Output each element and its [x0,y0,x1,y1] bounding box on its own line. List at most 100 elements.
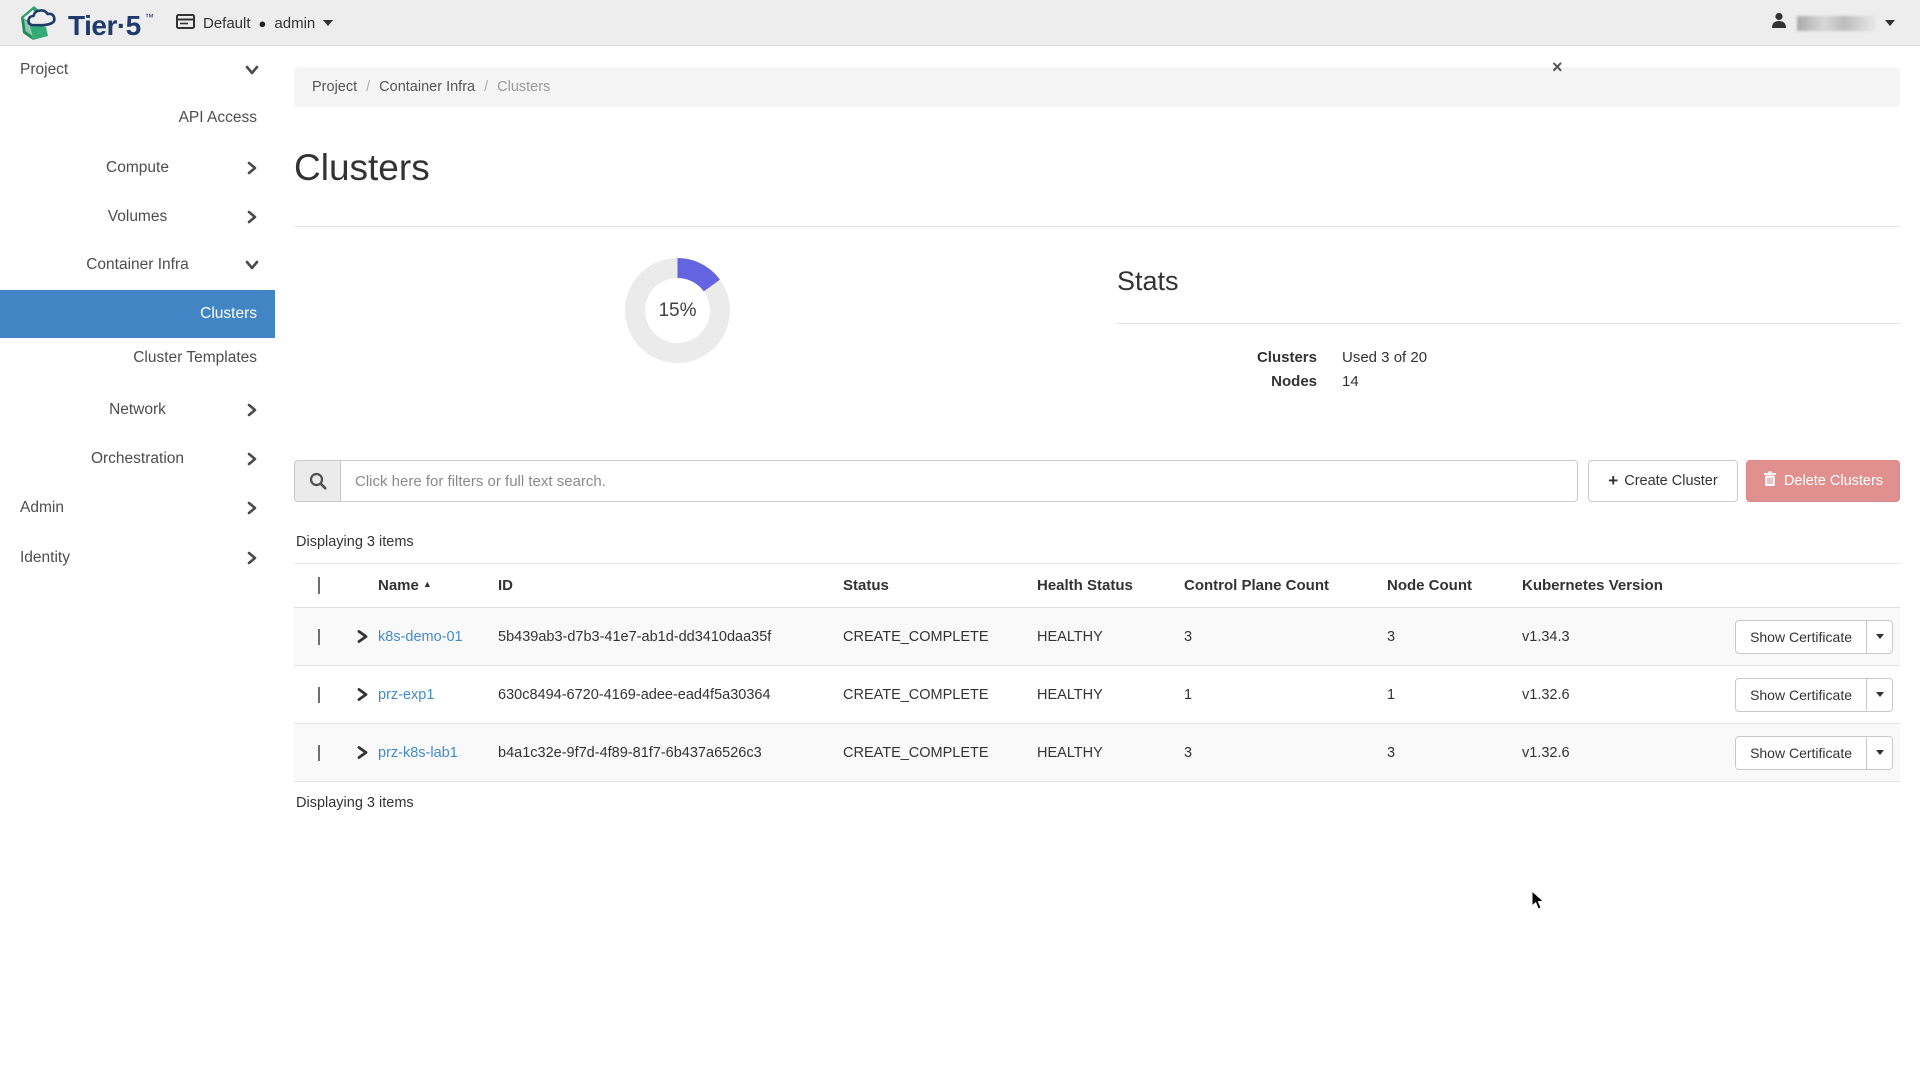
row-actions-dropdown-button[interactable] [1867,620,1893,654]
cluster-status: CREATE_COMPLETE [843,629,1037,645]
user-menu[interactable] [1771,0,1895,46]
sidebar-item-admin[interactable]: Admin [0,488,275,528]
page-title: Clusters [294,147,430,189]
cluster-k8s-version: v1.32.6 [1522,745,1724,761]
quota-percent-label: 15% [625,258,730,363]
table-header-row: Name▲ ID Status Health Status Control Pl… [294,564,1900,608]
column-header-id[interactable]: ID [498,577,843,594]
show-certificate-button[interactable]: Show Certificate [1735,736,1867,770]
chevron-right-icon [245,161,259,175]
search-input[interactable] [340,460,1578,502]
chevron-down-icon [245,63,259,77]
expand-row-icon[interactable] [356,745,378,760]
cluster-node-count: 3 [1387,745,1522,761]
stats-divider [1117,323,1900,324]
plus-icon: + [1608,471,1618,491]
brand-logo[interactable]: Tier·5 ™ [18,3,154,48]
caret-down-icon [1876,692,1884,697]
row-actions-dropdown-button[interactable] [1867,736,1893,770]
stat-row-clusters: Clusters Used 3 of 20 [1117,349,1637,366]
chevron-down-icon [245,258,259,272]
search-icon[interactable] [294,460,340,502]
user-icon [1771,12,1787,34]
items-count-top: Displaying 3 items [296,534,414,550]
username-redacted [1797,16,1875,31]
chevron-right-icon [245,210,259,224]
stats-title: Stats [1117,266,1179,297]
context-caret-icon [323,20,333,26]
breadcrumb-project[interactable]: Project [312,79,357,95]
cluster-status: CREATE_COMPLETE [843,687,1037,703]
cluster-name-link[interactable]: prz-k8s-lab1 [378,745,458,761]
sidebar-item-identity[interactable]: Identity [0,538,275,578]
row-checkbox[interactable] [318,745,320,761]
row-actions-dropdown-button[interactable] [1867,678,1893,712]
column-header-node-count[interactable]: Node Count [1387,577,1522,594]
cluster-id: 630c8494-6720-4169-adee-ead4f5a30364 [498,687,843,703]
column-header-name[interactable]: Name▲ [378,577,498,594]
sidebar-item-compute[interactable]: Compute [0,148,275,188]
domain-icon [176,14,195,33]
clear-search-icon[interactable]: × [1552,57,1563,77]
domain-project-switcher[interactable]: Default ● admin [176,0,333,46]
sidebar-item-volumes[interactable]: Volumes [0,197,275,237]
row-checkbox[interactable] [318,629,320,645]
project-label: admin [274,15,315,32]
context-separator-dot: ● [259,16,267,31]
breadcrumb-container-infra[interactable]: Container Infra [379,79,475,95]
cluster-control-plane-count: 3 [1184,745,1387,761]
cluster-health-status: HEALTHY [1037,745,1184,761]
sidebar-item-cluster-templates[interactable]: Cluster Templates [0,338,275,378]
breadcrumb-current: Clusters [497,79,550,95]
sidebar-nav: Project API Access Compute Volumes Conta… [0,47,275,1080]
column-header-status[interactable]: Status [843,577,1037,594]
select-all-checkbox[interactable] [318,577,320,594]
cluster-id: b4a1c32e-9f7d-4f89-81f7-6b437a6526c3 [498,745,843,761]
items-count-bottom: Displaying 3 items [296,795,414,811]
breadcrumb: Project / Container Infra / Clusters [294,67,1900,107]
expand-row-icon[interactable] [356,687,378,702]
sort-asc-icon: ▲ [423,579,432,589]
mouse-cursor [1531,890,1546,916]
cluster-id: 5b439ab3-d7b3-41e7-ab1d-dd3410daa35f [498,629,843,645]
top-navbar: Tier·5 ™ Default ● admin [0,0,1920,46]
row-checkbox[interactable] [318,687,320,703]
filter-bar [294,460,1578,502]
sidebar-item-orchestration[interactable]: Orchestration [0,439,275,479]
cluster-control-plane-count: 1 [1184,687,1387,703]
cluster-health-status: HEALTHY [1037,687,1184,703]
cluster-name-link[interactable]: k8s-demo-01 [378,629,463,645]
sidebar-item-container-infra[interactable]: Container Infra [0,245,275,285]
table-row: prz-k8s-lab1 b4a1c32e-9f7d-4f89-81f7-6b4… [294,724,1900,782]
domain-label: Default [203,15,251,32]
show-certificate-button[interactable]: Show Certificate [1735,678,1867,712]
delete-clusters-button[interactable]: Delete Clusters [1746,460,1900,502]
column-header-health-status[interactable]: Health Status [1037,577,1184,594]
caret-down-icon [1876,750,1884,755]
user-menu-caret-icon [1885,20,1895,26]
title-divider [294,226,1900,227]
sidebar-item-network[interactable]: Network [0,390,275,430]
cluster-k8s-version: v1.32.6 [1522,687,1724,703]
show-certificate-button[interactable]: Show Certificate [1735,620,1867,654]
create-cluster-button[interactable]: + Create Cluster [1588,460,1738,502]
expand-row-icon[interactable] [356,629,378,644]
cluster-name-link[interactable]: prz-exp1 [378,687,434,703]
quota-donut: 15% [625,258,730,363]
chevron-right-icon [245,551,259,565]
caret-down-icon [1876,634,1884,639]
column-header-control-plane-count[interactable]: Control Plane Count [1184,577,1387,594]
table-row: k8s-demo-01 5b439ab3-d7b3-41e7-ab1d-dd34… [294,608,1900,666]
sidebar-item-project[interactable]: Project [0,50,275,90]
cluster-health-status: HEALTHY [1037,629,1184,645]
brand-name: Tier·5 [68,10,141,42]
brand-trademark: ™ [145,12,154,22]
sidebar-item-api-access[interactable]: API Access [0,98,275,138]
stat-row-nodes: Nodes 14 [1117,373,1637,390]
clusters-table: Name▲ ID Status Health Status Control Pl… [294,563,1900,782]
sidebar-item-clusters[interactable]: Clusters [0,290,275,338]
chevron-right-icon [245,452,259,466]
table-row: prz-exp1 630c8494-6720-4169-adee-ead4f5a… [294,666,1900,724]
column-header-kubernetes-version[interactable]: Kubernetes Version [1522,577,1724,594]
chevron-right-icon [245,501,259,515]
